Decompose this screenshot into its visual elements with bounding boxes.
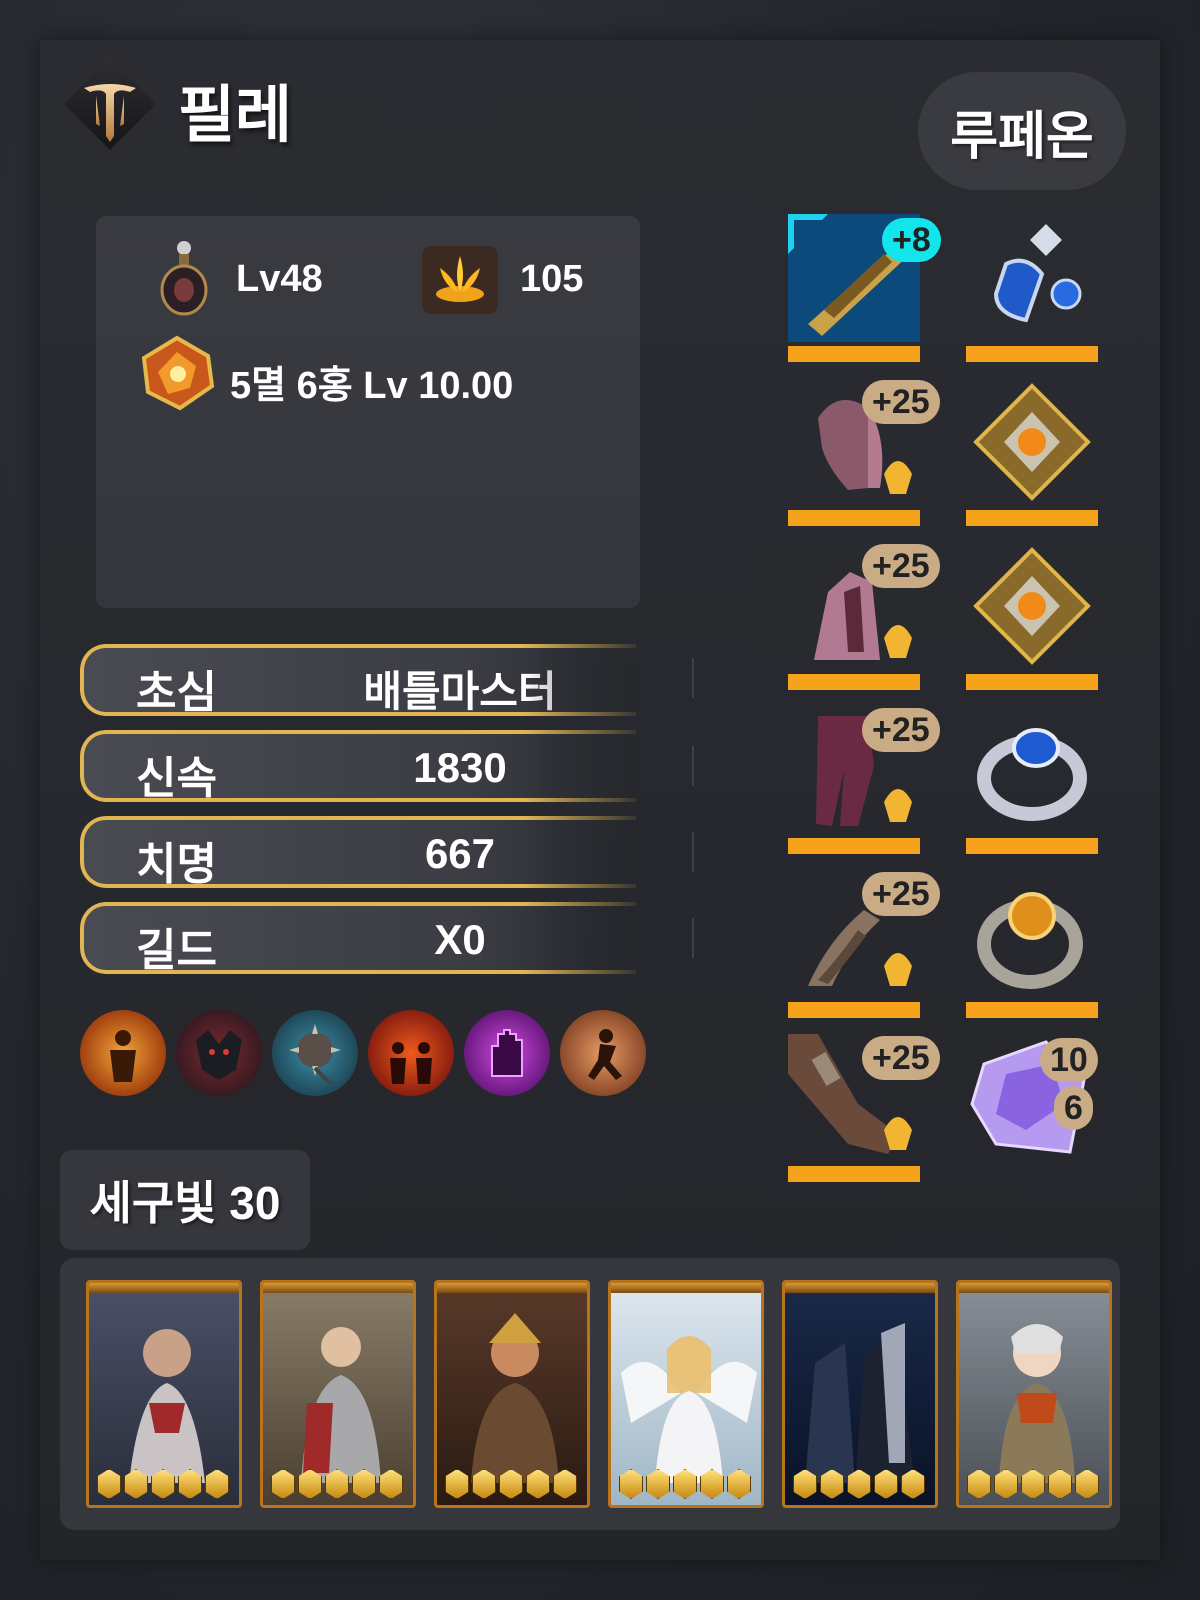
stat-label: 치명 [136,840,217,889]
stone-badge-bottom: 6 [1054,1086,1093,1130]
equip-weapon-slot[interactable]: +8 [788,214,941,362]
engraving-purple-hand-icon[interactable] [464,1010,550,1096]
equip-helmet-slot[interactable]: +25 [788,378,940,526]
gem-brightness-label: 세구빛 30 [60,1150,310,1250]
stone-badge-top: 10 [1040,1038,1098,1082]
potion-icon [160,241,208,316]
collection-card[interactable] [260,1280,416,1508]
quality-bar [966,1002,1098,1018]
enhance-badge: +8 [882,218,941,262]
quality-bar [966,674,1098,690]
sapphire-ring-icon [977,728,1087,821]
info-panel: Lv48 105 5멸 6홍 Lv 10.00 [96,216,640,608]
stat-label: 신속 [136,754,217,803]
stat-value: 배틀마스터 [363,668,557,715]
stat-value: 1830 [413,744,507,791]
stat-row-class: 초심 배틀마스터 [80,644,636,717]
quality-bar [966,346,1098,362]
enhance-badge: +25 [862,380,940,424]
equip-stone-slot[interactable]: 10 6 [966,1034,1098,1182]
collection-card[interactable] [434,1280,590,1508]
quality-bar [788,510,920,526]
bloom-value: 105 [520,258,584,300]
equip-necklace-slot-2[interactable] [966,542,1098,690]
engraving-beast-icon[interactable] [176,1010,262,1096]
card-frame-top [89,1283,239,1293]
card-star-rating [271,1469,403,1499]
equip-earring-slot[interactable] [966,214,1098,362]
collection-card[interactable] [86,1280,242,1508]
divider [692,832,694,872]
equip-ring-slot[interactable] [966,706,1098,854]
equip-shoulder-slot[interactable]: +25 [788,870,940,1018]
equip-chest-slot[interactable]: +25 [788,542,940,690]
divider [692,658,694,698]
character-name: 필레 [178,81,293,150]
collection-card-strip [60,1258,1120,1530]
amber-ring-icon [977,892,1083,989]
gem-summary-text: 5멸 6홍 Lv 10.00 [230,365,514,407]
card-frame-top [959,1283,1109,1293]
character-profile-card: 필레 루페온 Lv48 105 5멸 6홍 Lv 10.00 초심 배틀마스터 [40,40,1160,1560]
equip-ring-slot-2[interactable] [966,870,1098,1018]
quality-bar [966,510,1098,526]
stat-value: X0 [434,916,486,963]
collection-card[interactable] [956,1280,1112,1508]
gold-necklace-icon [973,547,1091,665]
collection-card[interactable] [782,1280,938,1508]
sapphire-earring-icon [993,224,1082,323]
card-star-rating [97,1469,229,1499]
card-star-rating [619,1469,751,1499]
gem-summary-icon [141,335,215,411]
stat-value: 667 [424,830,496,877]
card-star-rating [445,1469,577,1499]
engraving-leaping-figure-icon[interactable] [560,1010,646,1096]
stat-row-swiftness: 신속 1830 [80,730,636,803]
card-frame-top [263,1283,413,1293]
gold-necklace-icon [973,383,1091,501]
quality-bar [788,1166,920,1182]
stat-row-crit: 치명 667 [80,816,636,889]
card-frame-top [611,1283,761,1293]
quality-bar [788,1002,920,1018]
equip-necklace-slot[interactable] [966,378,1098,526]
class-emblem-icon [64,58,156,150]
equip-gloves-slot[interactable]: +25 [788,1034,940,1182]
stat-label: 초심 [136,668,217,717]
card-frame-top [785,1283,935,1293]
quality-bar [788,674,920,690]
equip-pants-slot[interactable]: +25 [788,706,940,854]
divider [692,918,694,958]
card-star-rating [967,1469,1099,1499]
enhance-badge: +25 [862,708,940,752]
quality-bar [788,346,920,362]
enhance-badge: +25 [862,544,940,588]
stat-row-guild: 길드 X0 [80,902,636,975]
enhance-badge: +25 [862,872,940,916]
card-star-rating [793,1469,925,1499]
engraving-glow-figure-icon[interactable] [80,1010,166,1096]
engraving-spiked-ball-icon[interactable] [272,1010,358,1096]
engraving-flame-crowd-icon[interactable] [368,1010,454,1096]
card-frame-top [437,1283,587,1293]
divider [692,746,694,786]
stat-label: 길드 [136,926,217,975]
gold-bloom-icon [422,246,498,314]
level-text: Lv48 [236,258,323,300]
enhance-badge: +25 [862,1036,940,1080]
quality-bar [966,838,1098,854]
quality-bar [788,838,920,854]
collection-card[interactable] [608,1280,764,1508]
server-button[interactable]: 루페온 [918,72,1126,190]
